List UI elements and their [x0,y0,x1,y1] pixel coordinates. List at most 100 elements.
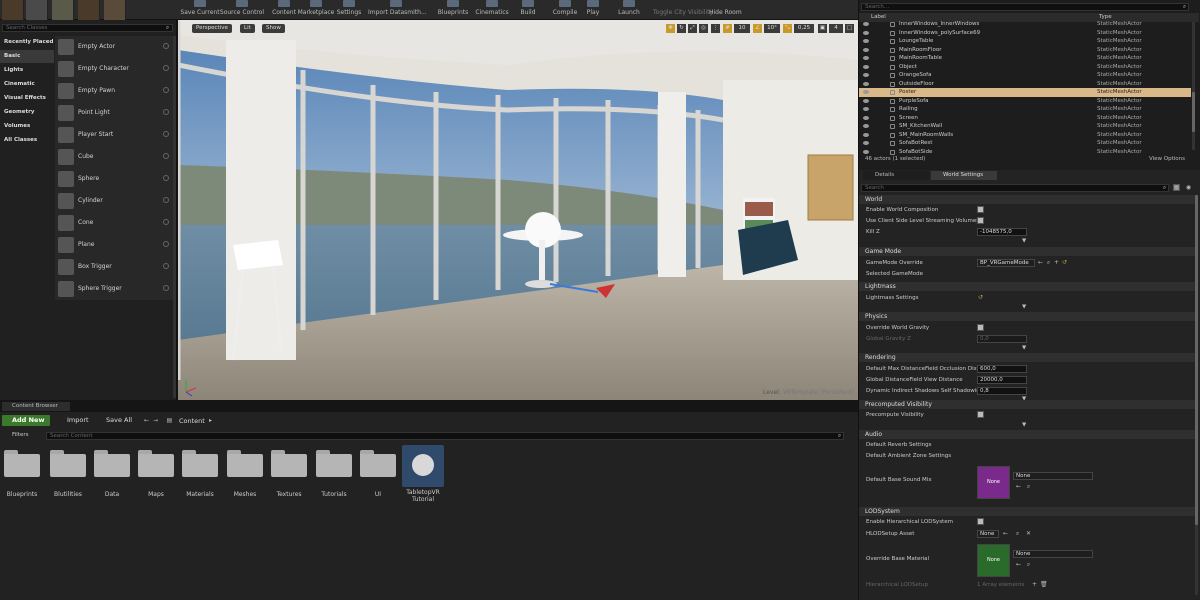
outliner-row[interactable]: Screen StaticMeshActor [859,114,1191,123]
angle-snap-value[interactable]: 10° [764,24,780,33]
hide-room-button[interactable]: Hide Room [709,0,742,20]
paint-mode-icon[interactable] [26,0,48,20]
category-visual-effects[interactable]: Visual Effects [0,92,54,105]
visibility-eye-icon[interactable] [863,149,869,154]
help-icon[interactable] [163,87,169,93]
place-item-box-trigger[interactable]: Box Trigger [55,256,173,278]
visibility-eye-icon[interactable] [863,56,869,60]
selected-gamemode-label[interactable]: Selected GameMode [866,271,923,277]
scale-snap-value[interactable]: 0,25 [794,24,814,33]
visibility-eye-icon[interactable] [863,90,869,94]
help-icon[interactable] [163,285,169,291]
toolbar-button-settings[interactable]: Settings [333,0,365,20]
place-item-cube[interactable]: Cube [55,146,173,168]
forward-icon[interactable]: → [152,417,159,424]
browse-arrow-icon[interactable]: ← [1037,259,1044,266]
help-icon[interactable] [163,153,169,159]
visibility-eye-icon[interactable] [863,141,869,145]
scale-icon[interactable]: ⤢ [688,24,697,33]
hierarchical-lodsetup-label[interactable]: Hierarchical LODSetup [866,582,928,588]
default-reverb-label[interactable]: Default Reverb Settings [866,442,932,448]
visibility-eye-icon[interactable] [863,132,869,137]
visibility-eye-icon[interactable] [863,98,869,103]
visibility-eye-icon[interactable] [863,81,869,86]
details-scrollbar[interactable] [1195,195,1198,595]
show-button[interactable]: Show [262,24,285,33]
folder-icon[interactable] [4,450,40,477]
toolbar-button-compile[interactable]: Compile [550,0,580,20]
grid-size-value[interactable]: 10 [734,24,750,33]
enable-world-composition-checkbox[interactable] [977,206,984,213]
level-viewport[interactable]: Perspective Lit Show ✥ ↻ ⤢ ◎ ⋮ # 10 ∠ 10… [178,20,858,400]
details-tab[interactable]: Details [863,171,929,180]
outliner-row[interactable]: LoungeTable StaticMeshActor [859,37,1191,46]
find-icon[interactable]: ⌕ [1045,259,1052,266]
visibility-eye-icon[interactable] [863,73,869,77]
place-item-sphere[interactable]: Sphere [55,168,173,190]
chevron-right-icon[interactable]: ▸ [207,417,214,424]
outliner-row[interactable]: SofaBotRest StaticMeshActor [859,139,1191,148]
hlod-setup-dropdown[interactable]: None [977,530,999,538]
folder-icon[interactable] [50,450,86,477]
outliner-row[interactable]: SM_MainRoomWalls StaticMeshActor [859,131,1191,140]
toolbar-button-build[interactable]: Build [516,0,540,20]
details-scroll-thumb[interactable] [1195,195,1198,525]
reset-icon[interactable]: ↺ [977,294,984,301]
section-physics[interactable]: Physics [859,312,1197,321]
place-item-cone[interactable]: Cone [55,212,173,234]
tabletop-vr-tutorial-asset[interactable] [402,445,444,487]
kill-z-input[interactable]: -1048575,0 [977,228,1027,236]
place-item-player-start[interactable]: Player Start [55,124,173,146]
places-scrollbar[interactable] [173,36,176,398]
world-local-icon[interactable]: ◎ [699,24,708,33]
toolbar-button-blueprints[interactable]: Blueprints [435,0,471,20]
browse-arrow-icon[interactable]: ← [1015,561,1022,568]
place-item-plane[interactable]: Plane [55,234,173,256]
outliner-row[interactable]: InnerWindows_polySurface69 StaticMeshActo… [859,29,1191,38]
grid-snap-icon[interactable]: # [723,24,732,33]
help-icon[interactable] [163,175,169,181]
save-all-button[interactable]: Save All [96,416,132,424]
visibility-eye-icon[interactable] [863,115,869,120]
landscape-mode-icon[interactable] [52,0,74,20]
outliner-row[interactable]: PurpleSofa StaticMeshActor [859,97,1191,106]
find-icon[interactable]: ⌕ [1025,561,1032,568]
physics-expand-icon[interactable]: ▼ [1022,345,1026,351]
help-icon[interactable] [163,109,169,115]
filters-button[interactable]: Filters [4,432,29,438]
category-cinematic[interactable]: Cinematic [0,78,54,91]
back-icon[interactable]: ← [143,417,150,424]
folder-icon[interactable] [182,450,218,477]
place-item-point-light[interactable]: Point Light [55,102,173,124]
section-lightmass[interactable]: Lightmass [859,282,1197,291]
help-icon[interactable] [163,131,169,137]
section-precomputed-visibility[interactable]: Precomputed Visibility [859,400,1197,409]
geometry-mode-icon[interactable] [104,0,126,20]
add-new-button[interactable]: Add New [2,415,50,426]
delete-icon[interactable]: 🗑 [1040,581,1048,588]
toolbar-button-play[interactable]: Play [582,0,604,20]
visibility-eye-icon[interactable] [863,64,869,69]
sound-mix-thumbnail[interactable]: None [977,466,1010,499]
view-options-button[interactable]: View Options [1149,156,1185,162]
world-advanced-expand-icon[interactable]: ▼ [1022,238,1026,244]
visibility-eye-icon[interactable] [863,47,869,52]
outliner-row[interactable]: SM_KitchenWall StaticMeshActor [859,122,1191,131]
sound-mix-dropdown[interactable]: None [1013,472,1093,480]
lightmass-expand-icon[interactable]: ▼ [1022,304,1026,310]
toolbar-button-marketplace[interactable]: Marketplace [296,0,336,20]
details-search-input[interactable]: Search [861,184,1169,192]
camera-speed-icon[interactable]: ▣ [818,24,827,33]
place-mode-icon[interactable] [2,0,24,20]
world-settings-tab[interactable]: World Settings [931,171,997,180]
visibility-eye-icon[interactable] [863,107,869,111]
reset-icon[interactable]: ↺ [1061,259,1068,266]
section-rendering[interactable]: Rendering [859,353,1197,362]
toolbar-button-import-datasmith[interactable]: Import Datasmith... [368,0,427,20]
outliner-search-input[interactable]: Search... [861,3,1189,11]
add-icon[interactable]: + [1053,259,1060,266]
category-basic[interactable]: Basic [0,50,54,63]
outliner-scrollbar[interactable] [1192,22,1195,150]
help-icon[interactable] [163,219,169,225]
category-recently-placed[interactable]: Recently Placed [0,36,54,49]
